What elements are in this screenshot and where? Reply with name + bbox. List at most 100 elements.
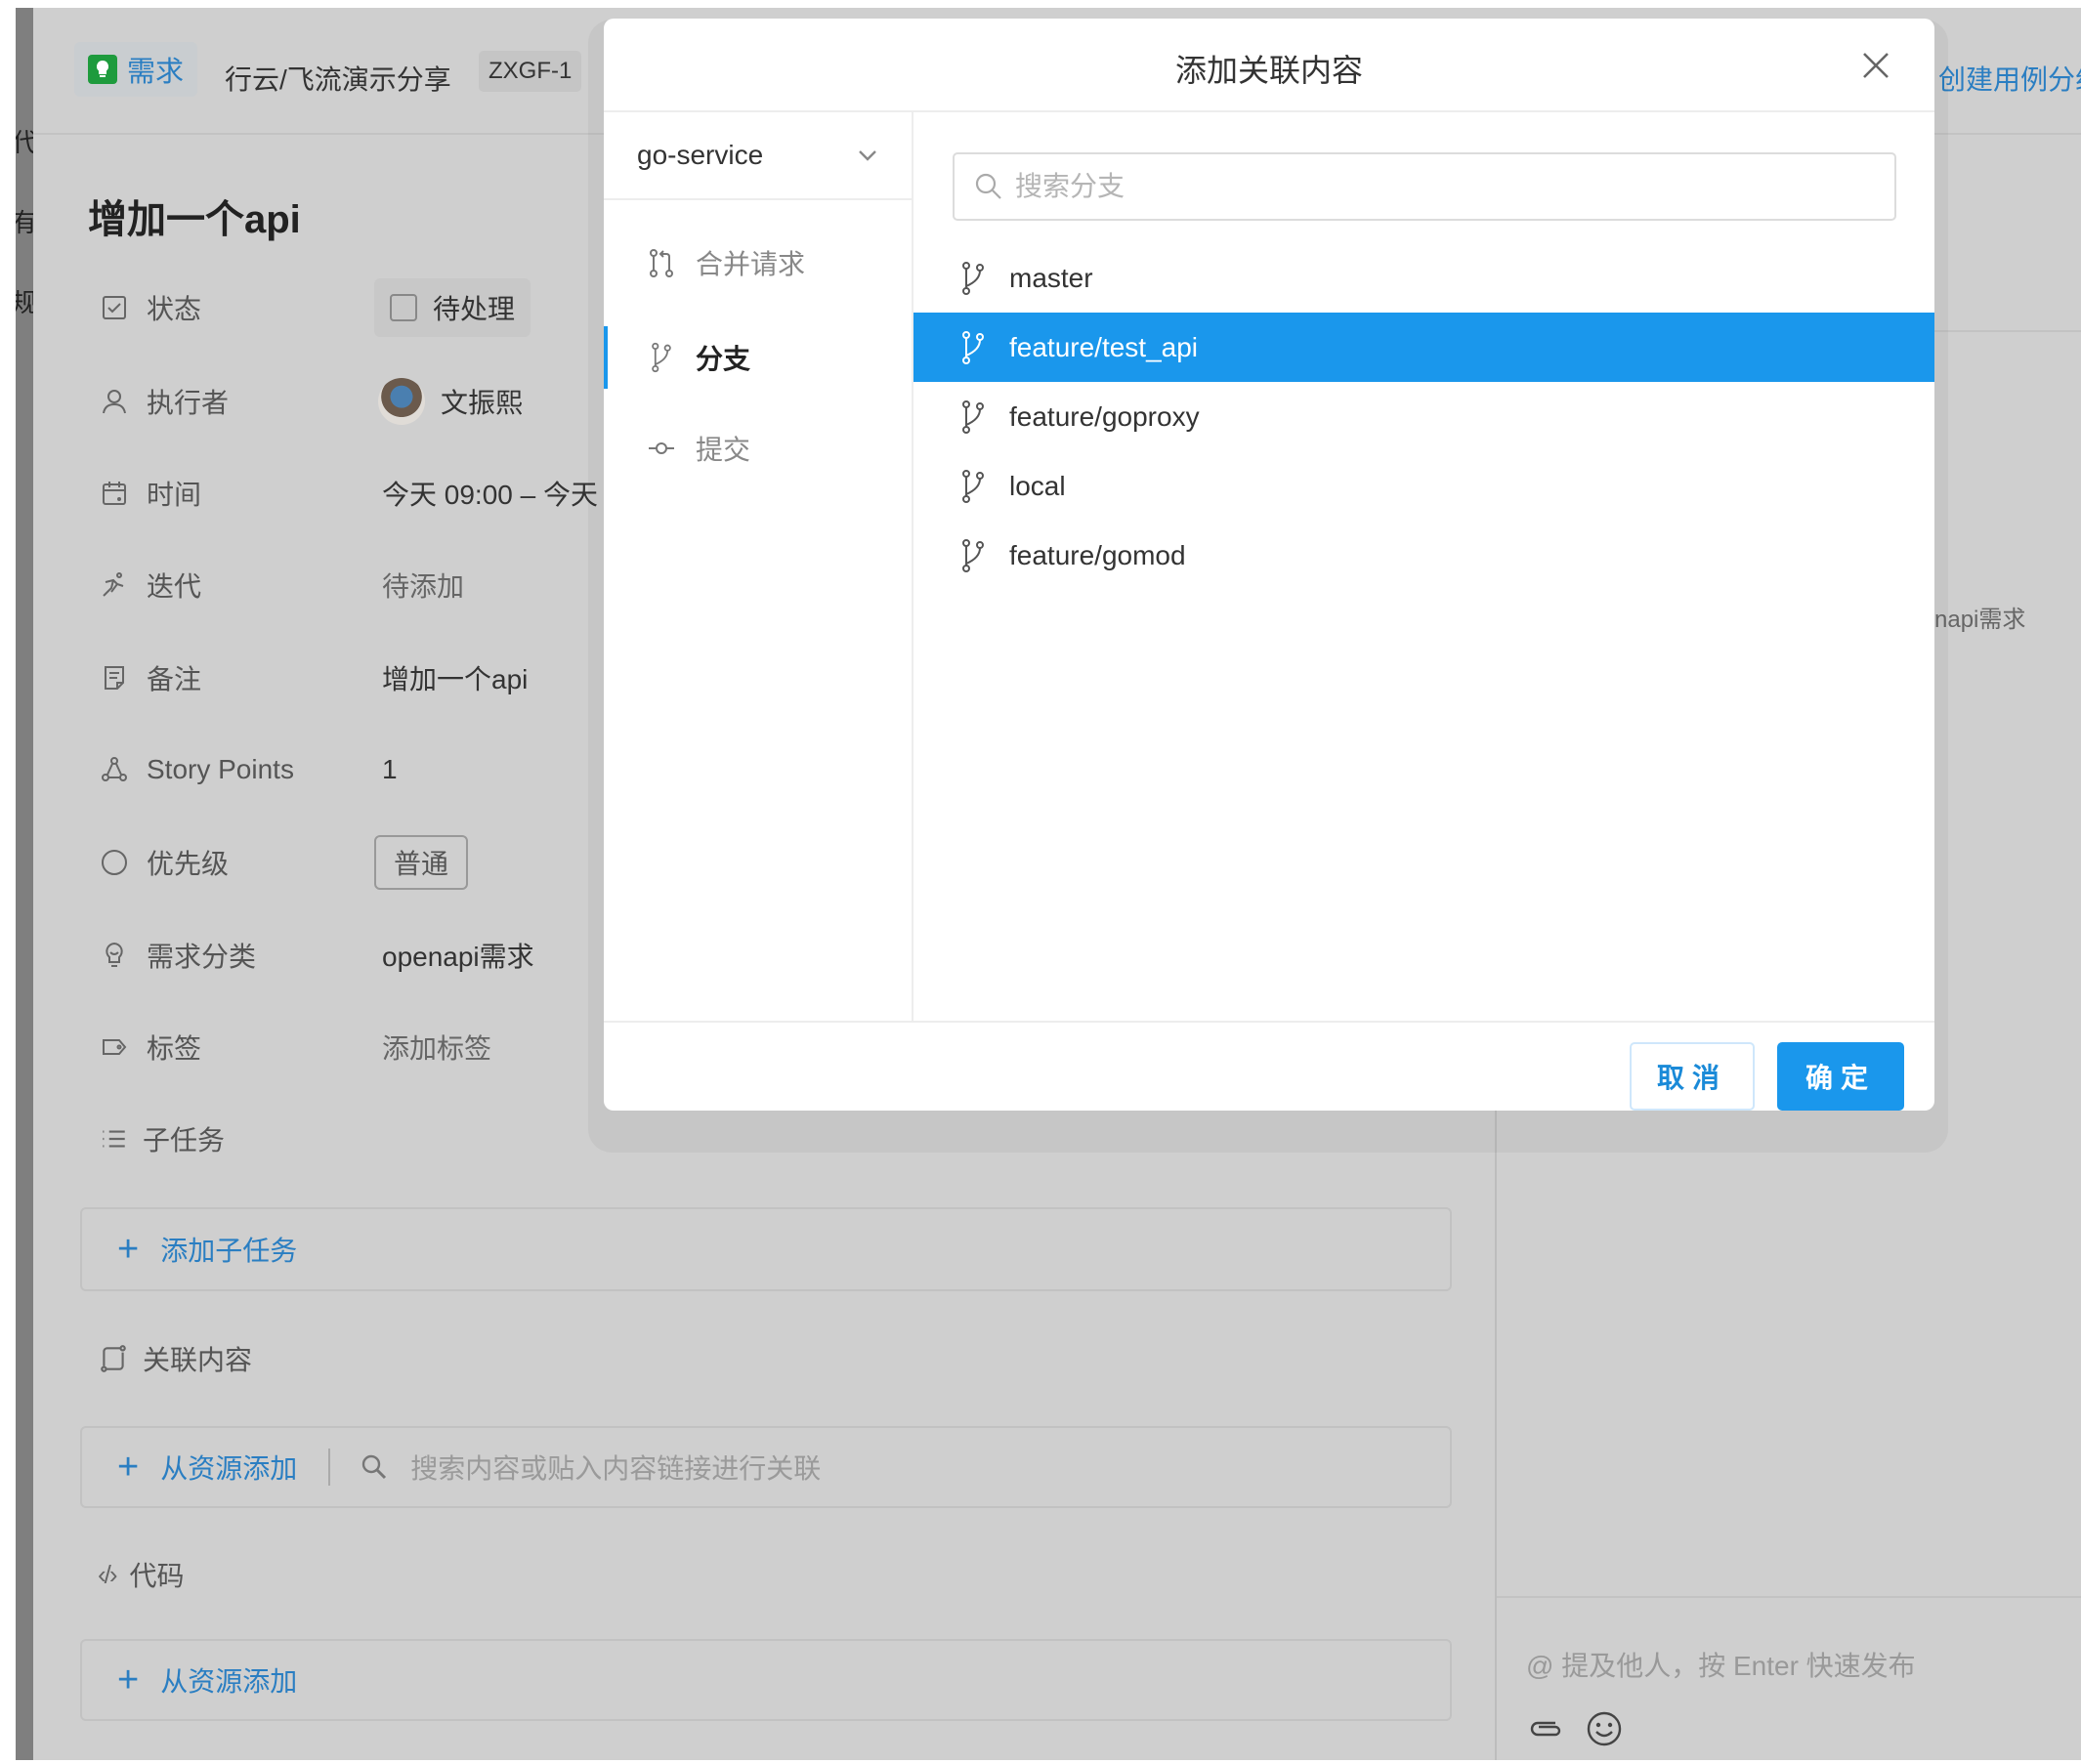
code-section-title: ‹/› 代码 <box>98 1555 185 1594</box>
search-icon <box>362 1454 387 1480</box>
assignee-value[interactable]: 文振熙 <box>378 378 524 425</box>
commit-icon <box>649 442 674 454</box>
status-pill[interactable]: 待处理 <box>374 278 531 337</box>
field-label: 需求分类 <box>147 942 257 972</box>
circle-icon <box>98 846 131 879</box>
field-label: Story Points <box>147 754 294 784</box>
related-search-input[interactable]: 搜索内容或贴入内容链接进行关联 <box>410 1448 821 1487</box>
subtasks-title: 子任务 <box>143 1125 226 1155</box>
issue-title[interactable]: 增加一个api <box>88 188 301 244</box>
user-icon <box>98 385 131 418</box>
activity-text: napi需求 <box>1934 607 2026 633</box>
field-priority: 优先级 普通 <box>98 835 469 890</box>
add-related-content-modal: 添加关联内容 go-service 合并请求 分支 提交 搜索分支 master… <box>604 19 1934 1111</box>
field-sprint: 迭代 待添加 <box>98 566 464 605</box>
avatar <box>378 378 425 425</box>
branch-item[interactable]: master <box>913 243 1934 313</box>
field-tags: 标签 添加标签 <box>98 1028 491 1067</box>
search-icon <box>975 173 1001 199</box>
field-label: 迭代 <box>147 571 202 602</box>
tab-label: 提交 <box>696 435 751 465</box>
note-value[interactable]: 增加一个api <box>382 658 528 697</box>
branch-name: feature/goproxy <box>1009 400 1200 432</box>
tab-merge-requests[interactable]: 合并请求 <box>604 231 912 294</box>
story-points-value[interactable]: 1 <box>382 754 398 785</box>
comment-toolbar <box>1526 1709 1624 1748</box>
branch-icon <box>652 342 671 373</box>
field-label: 执行者 <box>147 388 230 418</box>
code-title: 代码 <box>129 1561 185 1591</box>
sprint-value[interactable]: 待添加 <box>382 566 464 605</box>
field-label: 状态 <box>147 294 202 324</box>
branch-search-box[interactable] <box>953 152 1896 221</box>
branch-icon <box>962 538 984 572</box>
chevron-down-icon <box>859 150 876 161</box>
attachment-icon[interactable] <box>1526 1709 1565 1748</box>
comment-input[interactable]: @ 提及他人，按 Enter 快速发布 <box>1526 1645 1916 1684</box>
create-case-group-link[interactable]: 创建用例分组 <box>1938 59 2081 98</box>
branch-search-input[interactable] <box>1015 171 1875 202</box>
add-subtask-button[interactable]: + 添加子任务 <box>80 1207 1452 1291</box>
checkbox-icon <box>98 291 131 324</box>
field-label: 标签 <box>147 1033 202 1064</box>
branch-icon <box>962 261 984 295</box>
status-text: 待处理 <box>433 294 516 324</box>
branch-item[interactable]: feature/gomod <box>913 521 1934 590</box>
cancel-button[interactable]: 取消 <box>1630 1042 1755 1111</box>
priority-value[interactable]: 普通 <box>374 835 469 890</box>
left-nav-char[interactable]: 有 <box>16 203 33 239</box>
project-name[interactable]: 行云/飞流演示分享 <box>225 59 451 98</box>
branch-panel: master feature/test_api feature/goproxy … <box>913 112 1934 1021</box>
close-icon <box>1863 53 1889 78</box>
tag-icon <box>98 1030 131 1064</box>
branch-name: feature/test_api <box>1009 331 1199 362</box>
tab-commits[interactable]: 提交 <box>604 417 912 480</box>
field-assignee: 执行者 文振熙 <box>98 378 523 425</box>
priority-tag[interactable]: 普通 <box>374 835 469 890</box>
confirm-button[interactable]: 确定 <box>1777 1042 1904 1111</box>
branch-name: local <box>1009 470 1066 501</box>
branch-icon <box>962 399 984 434</box>
plus-icon: + <box>117 1659 140 1701</box>
tab-branches[interactable]: 分支 <box>604 326 912 389</box>
assignee-name: 文振熙 <box>441 388 524 418</box>
branch-item[interactable]: feature/goproxy <box>913 382 1934 451</box>
related-content-bar: + 从资源添加 搜索内容或贴入内容链接进行关联 <box>80 1426 1452 1508</box>
bulb-icon <box>98 939 131 972</box>
modal-header: 添加关联内容 <box>604 19 1934 112</box>
status-checkbox[interactable] <box>390 294 417 321</box>
branch-name: feature/gomod <box>1009 539 1186 570</box>
active-tab-indicator <box>604 326 608 389</box>
add-from-resource-button[interactable]: 从资源添加 <box>160 1448 297 1487</box>
issue-type-label: 需求 <box>127 57 185 88</box>
list-icon <box>103 1130 125 1148</box>
add-tag-link[interactable]: 添加标签 <box>382 1028 491 1067</box>
requirement-bulb-icon <box>88 55 117 84</box>
modal-footer: 取消 确定 <box>604 1021 1934 1111</box>
emoji-icon[interactable] <box>1585 1709 1624 1748</box>
branch-list: master feature/test_api feature/goproxy … <box>913 243 1934 590</box>
divider <box>328 1449 331 1486</box>
issue-type-chip[interactable]: 需求 <box>74 42 198 97</box>
branch-item[interactable]: local <box>913 451 1934 521</box>
field-label: 优先级 <box>147 849 230 879</box>
merge-request-icon <box>650 249 673 277</box>
branch-icon <box>962 469 984 503</box>
branch-icon <box>962 330 984 364</box>
category-value[interactable]: openapi需求 <box>382 936 534 975</box>
modal-sidebar: go-service 合并请求 分支 提交 <box>604 112 913 1021</box>
add-code-from-resource-button[interactable]: + 从资源添加 <box>80 1639 1452 1721</box>
related-title: 关联内容 <box>143 1345 253 1375</box>
left-nav-strip: 代 有 规 <box>16 8 33 1760</box>
add-code-label: 从资源添加 <box>160 1666 298 1697</box>
issue-key: ZXGF-1 <box>479 51 582 92</box>
field-time: 时间 今天 09:00 – 今天 18:00 <box>98 474 674 513</box>
repository-select-value: go-service <box>637 140 764 170</box>
status-value[interactable]: 待处理 <box>374 278 531 337</box>
close-button[interactable] <box>1856 46 1895 85</box>
branch-item-selected[interactable]: feature/test_api <box>913 313 1934 382</box>
repository-select[interactable]: go-service <box>604 112 912 200</box>
left-nav-char[interactable]: 规 <box>16 283 33 319</box>
related-section-title: 关联内容 <box>98 1339 252 1378</box>
left-nav-char[interactable]: 代 <box>16 123 33 159</box>
